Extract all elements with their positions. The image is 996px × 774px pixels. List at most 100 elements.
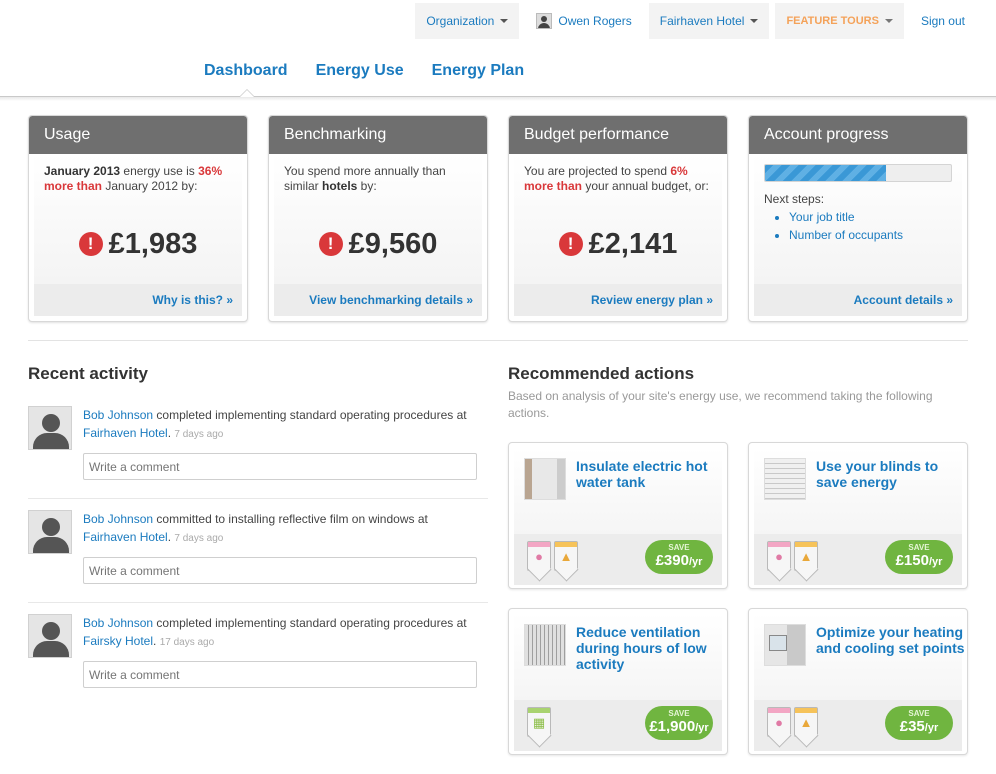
why-is-this-link[interactable]: Why is this? » (34, 284, 242, 316)
budget-card: Budget performance You are projected to … (508, 115, 728, 322)
organization-label: Organization (426, 14, 495, 28)
recommendation-card[interactable]: Optimize your heating and cooling set po… (748, 608, 968, 755)
tab-energy-plan[interactable]: Energy Plan (432, 62, 524, 80)
comment-input[interactable] (83, 557, 477, 584)
alert-icon: ! (558, 232, 583, 256)
savings-pill: SAVE £35/yr (885, 706, 953, 740)
next-steps: Next steps: Your job title Number of occ… (764, 192, 952, 243)
main-nav: Dashboard Energy Use Energy Plan (204, 62, 524, 80)
benchmarking-card-body: You spend more annually than similar hot… (274, 154, 482, 284)
user-link[interactable]: Bob Johnson (83, 616, 153, 630)
benchmarking-amount: ! £9,560 (274, 230, 482, 259)
account-card: Account progress Next steps: Your job ti… (748, 115, 968, 322)
savings-pill: SAVE £390/yr (645, 540, 713, 574)
account-details-link[interactable]: Account details » (754, 284, 962, 316)
next-steps-label: Next steps: (764, 192, 825, 206)
recommendation-title[interactable]: Use your blinds to save energy (816, 458, 966, 490)
site-link[interactable]: Fairsky Hotel (83, 634, 153, 648)
usage-card: Usage January 2013 energy use is 36% mor… (28, 115, 248, 322)
top-bar: Organization Owen Rogers Fairhaven Hotel… (415, 3, 976, 39)
piggy-bank-icon: ● (527, 541, 551, 571)
user-name: Owen Rogers (558, 14, 632, 28)
usage-amount: ! £1,983 (34, 230, 242, 259)
site-dropdown[interactable]: Fairhaven Hotel (648, 3, 770, 39)
avatar (28, 510, 72, 554)
water-tank-thumbnail (524, 458, 566, 500)
recommendation-title[interactable]: Reduce ventilation during hours of low a… (576, 624, 726, 672)
recommendation-title[interactable]: Insulate electric hot water tank (576, 458, 726, 490)
benchmarking-card: Benchmarking You spend more annually tha… (268, 115, 488, 322)
usage-card-body: January 2013 energy use is 36% more than… (34, 154, 242, 284)
recommendation-card[interactable]: Insulate electric hot water tank ● ▲ SAV… (508, 442, 728, 589)
next-steps-list: Your job title Number of occupants (789, 210, 952, 243)
feature-tours-label: FEATURE TOURS (786, 15, 879, 27)
activity-text: Bob Johnson committed to installing refl… (83, 512, 428, 544)
savings-pill: SAVE £150/yr (885, 540, 953, 574)
section-divider (28, 340, 968, 341)
benchmarking-text: You spend more annually than similar hot… (284, 164, 446, 193)
account-card-body: Next steps: Your job title Number of occ… (754, 154, 962, 284)
thumbs-up-icon: ▲ (794, 541, 818, 571)
organization-dropdown[interactable]: Organization (415, 3, 520, 39)
thermostat-thumbnail (764, 624, 806, 666)
schedule-icon: ▦ (527, 707, 551, 737)
next-step-job-title[interactable]: Your job title (789, 210, 952, 225)
chevron-down-icon (884, 19, 893, 23)
activity-text: Bob Johnson completed implementing stand… (83, 616, 467, 648)
benchmarking-card-title: Benchmarking (269, 116, 487, 154)
budget-amount: ! £2,141 (514, 230, 722, 259)
budget-text: You are projected to spend 6% more than … (524, 164, 709, 193)
recommendation-title[interactable]: Optimize your heating and cooling set po… (816, 624, 966, 656)
activity-separator (28, 498, 488, 499)
active-tab-pointer (239, 89, 255, 97)
feature-tours-dropdown[interactable]: FEATURE TOURS (775, 3, 904, 39)
chevron-down-icon (750, 19, 759, 23)
account-card-title: Account progress (749, 116, 967, 154)
sign-out-label: Sign out (920, 14, 965, 28)
account-progress-bar (764, 164, 952, 182)
usage-text: January 2013 energy use is 36% more than… (44, 164, 223, 193)
avatar (28, 406, 72, 450)
activity-item: Bob Johnson completed implementing stand… (28, 406, 488, 486)
alert-icon: ! (78, 232, 103, 256)
user-menu[interactable]: Owen Rogers (525, 3, 642, 39)
site-link[interactable]: Fairhaven Hotel (83, 530, 168, 544)
view-benchmarking-link[interactable]: View benchmarking details » (274, 284, 482, 316)
activity-time: 7 days ago (174, 429, 224, 440)
recommendation-card[interactable]: Reduce ventilation during hours of low a… (508, 608, 728, 755)
blinds-thumbnail (764, 458, 806, 500)
tab-dashboard[interactable]: Dashboard (204, 62, 288, 80)
comment-input[interactable] (83, 661, 477, 688)
user-link[interactable]: Bob Johnson (83, 512, 153, 526)
ventilation-thumbnail (524, 624, 566, 666)
alert-icon: ! (318, 232, 343, 256)
user-icon (536, 13, 553, 29)
usage-card-title: Usage (29, 116, 247, 154)
comment-input[interactable] (83, 453, 477, 480)
activity-text: Bob Johnson completed implementing stand… (83, 408, 467, 440)
tab-energy-use[interactable]: Energy Use (316, 62, 404, 80)
recommendation-card[interactable]: Use your blinds to save energy ● ▲ SAVE £… (748, 442, 968, 589)
site-label: Fairhaven Hotel (659, 14, 745, 28)
piggy-bank-icon: ● (767, 707, 791, 737)
progress-fill (765, 165, 886, 181)
activity-item: Bob Johnson completed implementing stand… (28, 614, 488, 694)
activity-time: 7 days ago (174, 533, 224, 544)
thumbs-up-icon: ▲ (794, 707, 818, 737)
site-link[interactable]: Fairhaven Hotel (83, 426, 168, 440)
recent-activity-title: Recent activity (28, 364, 148, 383)
budget-card-body: You are projected to spend 6% more than … (514, 154, 722, 284)
activity-item: Bob Johnson committed to installing refl… (28, 510, 488, 590)
thumbs-up-icon: ▲ (554, 541, 578, 571)
activity-separator (28, 602, 488, 603)
recommended-description: Based on analysis of your site's energy … (508, 389, 933, 420)
user-link[interactable]: Bob Johnson (83, 408, 153, 422)
sign-out-link[interactable]: Sign out (910, 3, 976, 39)
nav-divider-shadow (0, 97, 996, 101)
piggy-bank-icon: ● (767, 541, 791, 571)
recommended-actions-title: Recommended actions (508, 364, 695, 383)
budget-card-title: Budget performance (509, 116, 727, 154)
savings-pill: SAVE £1,900/yr (645, 706, 713, 740)
review-energy-plan-link[interactable]: Review energy plan » (514, 284, 722, 316)
next-step-occupants[interactable]: Number of occupants (789, 228, 952, 243)
